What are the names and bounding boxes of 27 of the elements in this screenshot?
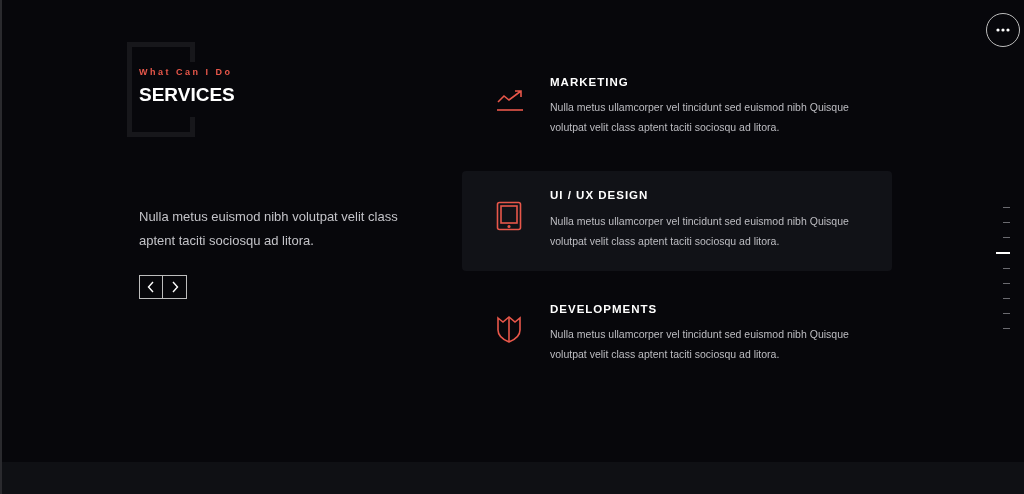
service-title: DEVELOPMENTS [550, 301, 659, 317]
section-title: SERVICES [139, 83, 236, 107]
service-title: UI / UX DESIGN [550, 188, 650, 204]
chevron-left-icon [147, 281, 155, 293]
service-card[interactable]: UI / UX DESIGN Nulla metus ullamcorper vel tincidunt sed euismod nibh Quisque volutpat velit class aptent taciti sociosqu ad litora. [462, 171, 892, 271]
page-nav-dash[interactable] [1003, 298, 1010, 299]
previous-button[interactable] [139, 275, 163, 299]
tablet-icon [496, 201, 522, 232]
service-description: Nulla metus ullamcorper vel tincidunt sed euismod nibh Quisque volutpat velit class aptent taciti sociosqu ad litora. [550, 213, 850, 249]
page-nav-dash[interactable] [1003, 313, 1010, 314]
page-nav-dash[interactable] [1003, 222, 1010, 223]
service-title: MARKETING [550, 75, 630, 90]
trend-chart-icon [496, 88, 524, 112]
service-description: Nulla metus ullamcorper vel tincidunt sed euismod nibh Quisque volutpat velit class aptent taciti sociosqu ad litora. [550, 100, 850, 136]
page-nav-dash[interactable] [1003, 283, 1010, 284]
page-nav-dash[interactable] [1003, 237, 1010, 238]
page-nav-dash[interactable] [1003, 268, 1010, 269]
page-nav-dash[interactable] [1003, 207, 1010, 208]
next-button[interactable] [163, 275, 187, 299]
shield-icon [496, 314, 522, 343]
intro-text: Nulla metus euismod nibh volutpat velit class aptent taciti sociosqu ad litora. [139, 208, 399, 250]
section-eyebrow: What Can I Do [139, 68, 234, 77]
page-nav-dash[interactable] [1003, 328, 1010, 329]
more-icon [996, 28, 1010, 32]
service-description: Nulla metus ullamcorper vel tincidunt sed euismod nibh Quisque volutpat velit class aptent taciti sociosqu ad litora. [550, 326, 850, 362]
page-nav-dash[interactable] [996, 252, 1010, 254]
chevron-right-icon [170, 281, 179, 293]
